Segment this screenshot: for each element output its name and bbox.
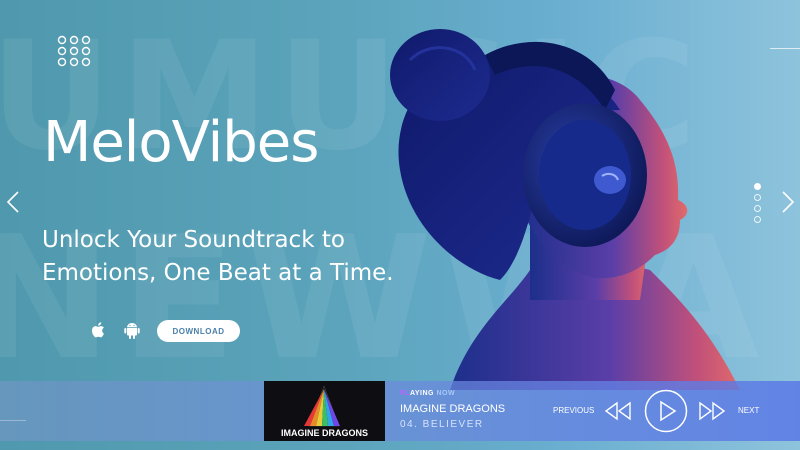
- play-icon[interactable]: [644, 389, 688, 433]
- slider-dot-1[interactable]: [753, 183, 761, 190]
- slider-pagination: [752, 183, 762, 227]
- hero-stage: UMUSIC NEWWA MeloVibes Unlock Your Sound…: [0, 0, 800, 450]
- download-button[interactable]: DOWNLOAD: [157, 320, 240, 342]
- brand-title: MeloVibes: [43, 110, 319, 175]
- slider-dot-4[interactable]: [753, 216, 761, 223]
- track-title: 04. BELIEVER: [400, 419, 484, 430]
- next-button[interactable]: NEXT: [738, 406, 759, 415]
- hero-image-woman-headphones: [380, 0, 800, 390]
- album-cover-text: IMAGINE DRAGONS: [280, 428, 368, 438]
- slider-dot-3[interactable]: [753, 205, 761, 212]
- apple-icon[interactable]: [88, 320, 108, 340]
- album-cover: IMAGINE DRAGONS: [264, 381, 385, 441]
- slider-dot-2[interactable]: [753, 194, 761, 201]
- previous-button[interactable]: PREVIOUS: [553, 406, 594, 415]
- decor-line-top: [770, 48, 800, 49]
- rewind-icon[interactable]: [603, 401, 633, 421]
- fast-forward-icon[interactable]: [697, 401, 727, 421]
- now-playing-label: PLAYING NOW: [400, 390, 456, 397]
- grid-menu-icon[interactable]: [57, 35, 91, 67]
- chevron-right-icon[interactable]: [780, 190, 796, 214]
- chevron-left-icon[interactable]: [5, 190, 21, 214]
- artist-name: IMAGINE DRAGONS: [400, 403, 506, 415]
- android-icon[interactable]: [122, 320, 142, 340]
- hero-tagline: Unlock Your Soundtrack to Emotions, One …: [42, 227, 394, 286]
